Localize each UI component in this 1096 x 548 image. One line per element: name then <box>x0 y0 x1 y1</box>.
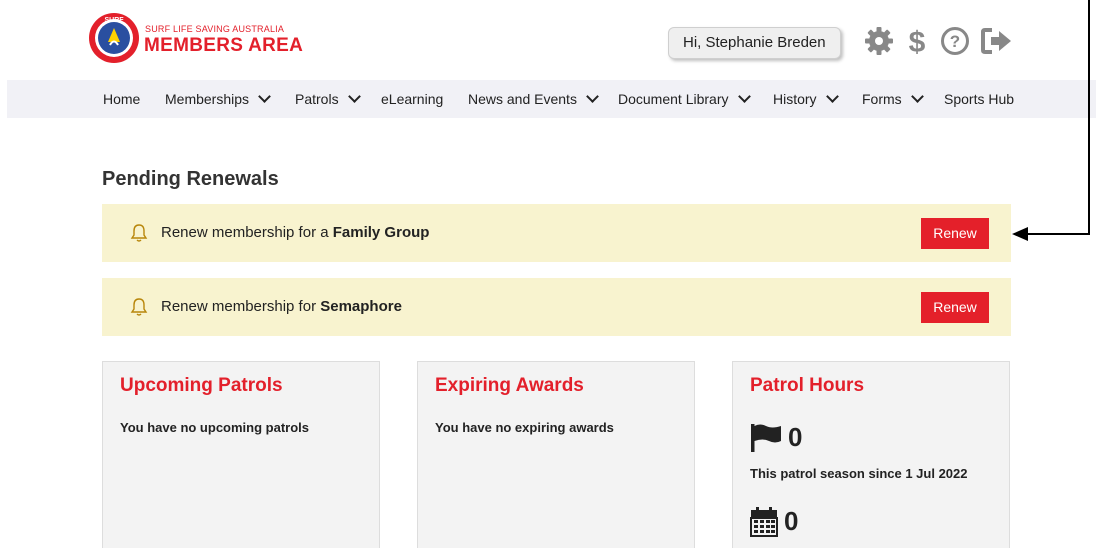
card-text: You have no expiring awards <box>435 420 614 435</box>
page-title: Pending Renewals <box>102 168 279 190</box>
help-icon: ? <box>941 27 969 55</box>
nav-item-patrols[interactable]: Patrols <box>295 80 361 118</box>
nav-item-sports-hub[interactable]: Sports Hub <box>944 80 1014 118</box>
nav-item-label: News and Events <box>468 91 577 107</box>
renewal-alert: Renew membership for a Family Group Rene… <box>102 204 1011 262</box>
nav-item-label: Sports Hub <box>944 91 1015 107</box>
nav-item-label: Patrols <box>295 91 339 107</box>
renewal-message-prefix: Renew membership for a <box>161 224 333 241</box>
nav-item-document-library[interactable]: Document Library <box>618 80 751 118</box>
expiring-awards-card: Expiring Awards You have no expiring awa… <box>417 361 695 548</box>
settings-button[interactable] <box>862 24 896 58</box>
logout-icon <box>981 28 1011 54</box>
main-nav: Home Memberships Patrols eLearning News … <box>7 80 1096 118</box>
nav-item-label: Document Library <box>618 91 729 107</box>
renew-button[interactable]: Renew <box>921 292 989 323</box>
nav-item-home[interactable]: Home <box>103 80 140 118</box>
annotation-arrow-head-icon <box>1012 227 1028 241</box>
nav-item-label: Memberships <box>165 91 250 107</box>
renewal-group-name: Family Group <box>332 224 430 241</box>
nav-item-label: Home <box>103 91 141 107</box>
renewal-alert: Renew membership for Semaphore Renew <box>102 278 1011 336</box>
flag-icon <box>751 423 781 452</box>
renewal-message: Renew membership for a Family Group <box>161 204 429 262</box>
svg-text:?: ? <box>950 32 960 51</box>
renewal-club-name: Semaphore <box>320 298 402 315</box>
gear-icon <box>865 27 893 55</box>
nav-item-memberships[interactable]: Memberships <box>165 80 271 118</box>
chevron-down-icon <box>347 90 361 103</box>
nav-item-label: Forms <box>862 91 902 107</box>
season-hours-label: This patrol season since 1 Jul 2022 <box>750 466 968 481</box>
nav-item-news-and-events[interactable]: News and Events <box>468 80 599 118</box>
chevron-down-icon <box>737 90 751 103</box>
bell-icon <box>130 298 148 316</box>
nav-item-elearning[interactable]: eLearning <box>381 80 443 118</box>
surf-life-saving-logo-icon[interactable]: SURF <box>88 12 140 64</box>
renewal-message: Renew membership for Semaphore <box>161 278 402 336</box>
season-hours-value: 0 <box>788 422 803 452</box>
card-title[interactable]: Expiring Awards <box>435 375 584 397</box>
nav-item-forms[interactable]: Forms <box>862 80 924 118</box>
card-text: You have no upcoming patrols <box>120 420 309 435</box>
bell-icon <box>130 224 148 242</box>
chevron-down-icon <box>910 90 924 103</box>
svg-text:$: $ <box>909 26 926 57</box>
chevron-down-icon <box>825 90 839 103</box>
header: SURF SURF LIFE SAVING AUSTRALIA MEMBERS … <box>0 0 1096 80</box>
logout-button[interactable] <box>980 24 1014 58</box>
renew-button[interactable]: Renew <box>921 218 989 249</box>
nav-item-label: History <box>773 91 817 107</box>
renewal-message-prefix: Renew membership for <box>161 298 321 315</box>
upcoming-patrols-card: Upcoming Patrols You have no upcoming pa… <box>102 361 380 548</box>
annotation-arrow-line <box>1088 0 1090 235</box>
logo-subtitle: SURF LIFE SAVING AUSTRALIA <box>145 24 285 34</box>
nav-item-label: eLearning <box>381 91 444 107</box>
season-hours-stat: 0 <box>750 422 802 453</box>
user-greeting-button[interactable]: Hi, Stephanie Breden <box>668 27 841 59</box>
card-title[interactable]: Upcoming Patrols <box>120 375 283 397</box>
calendar-icon <box>750 506 778 537</box>
help-button[interactable]: ? <box>938 24 972 58</box>
chevron-down-icon <box>258 90 271 103</box>
calendar-hours-stat: 0 <box>750 506 798 537</box>
payments-button[interactable]: $ <box>900 24 934 58</box>
annotation-arrow-line <box>1026 233 1090 235</box>
calendar-hours-value: 0 <box>784 506 799 536</box>
dollar-icon: $ <box>909 26 926 57</box>
patrol-hours-card: Patrol Hours 0 This patrol season since … <box>732 361 1010 548</box>
nav-item-history[interactable]: History <box>773 80 839 118</box>
card-title[interactable]: Patrol Hours <box>750 375 864 397</box>
svg-text:SURF: SURF <box>104 17 124 24</box>
logo-title[interactable]: MEMBERS AREA <box>144 35 303 57</box>
chevron-down-icon <box>586 90 599 103</box>
